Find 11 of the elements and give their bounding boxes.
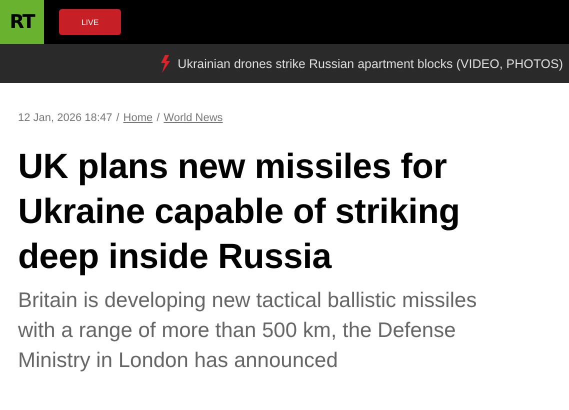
breadcrumb-separator: /: [156, 112, 160, 124]
article-title: UK plans new missiles for Ukraine capable of striking deep inside Russia: [18, 146, 461, 278]
logo[interactable]: RT: [0, 0, 44, 44]
breadcrumb-separator: /: [116, 112, 120, 124]
live-button[interactable]: LIVE: [59, 9, 121, 35]
article-summary: Britain is developing new tactical ballistic missiles with a range of more than 500 km, the Defense Ministry in London has announced: [18, 288, 478, 374]
lightning-icon: [160, 54, 171, 72]
breadcrumb-link[interactable]: World News: [164, 112, 223, 124]
article-date: 12 Jan, 2026 18:47: [18, 112, 112, 124]
breaking-news-headline[interactable]: Ukrainian drones strike Russian apartment blocks (VIDEO, PHOTOS): [178, 56, 563, 70]
breadcrumb-link[interactable]: Home: [123, 112, 153, 124]
